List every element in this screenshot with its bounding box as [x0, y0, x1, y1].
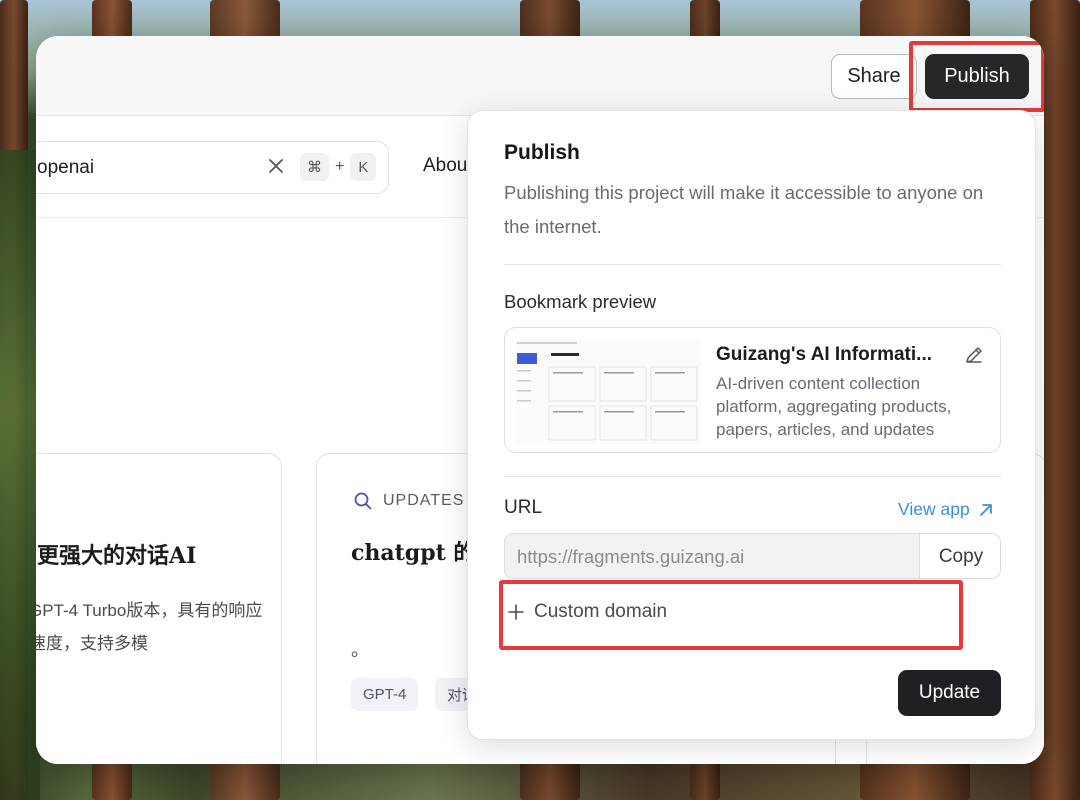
url-field: Copy [504, 533, 1001, 579]
view-app-link[interactable]: View app [898, 499, 994, 520]
pencil-icon[interactable] [963, 344, 985, 366]
background-foliage [0, 150, 40, 800]
bookmark-preview-label: Bookmark preview [504, 291, 657, 312]
card-description: 。 [351, 640, 369, 660]
bookmark-description: AI-driven content collection platform, a… [716, 374, 952, 439]
arrow-up-right-icon [979, 503, 992, 516]
bookmark-thumbnail [515, 340, 701, 444]
window-top-bar: Share Publish [36, 36, 1044, 116]
shortcut-k-key: K [350, 153, 377, 181]
share-button[interactable]: Share [831, 54, 917, 99]
divider [504, 264, 1001, 265]
custom-domain-label: Custom domain [534, 601, 668, 622]
popover-description: Publishing this project will make it acc… [504, 182, 984, 237]
search-icon [354, 492, 372, 510]
shortcut-plus: + [335, 158, 345, 175]
bookmark-preview-card: Guizang's AI Informati... AI-driven cont… [504, 327, 1001, 453]
custom-domain-button[interactable]: Custom domain [508, 601, 667, 623]
bookmark-title: Guizang's AI Informati... [716, 344, 932, 365]
update-button[interactable]: Update [898, 670, 1001, 716]
card-category-label: UPDATES [383, 492, 465, 509]
search-input[interactable]: openai [37, 157, 94, 179]
card-title: 更强大的对话AI [37, 543, 197, 569]
view-app-label: View app [898, 499, 970, 519]
url-label: URL [504, 497, 543, 518]
card-description: GPT-4 Turbo版本，具有的响应速度，支持多模 [36, 601, 263, 653]
plus-icon [508, 604, 524, 620]
copy-button[interactable]: Copy [919, 534, 1000, 578]
url-input[interactable] [505, 534, 919, 578]
nav-about-link[interactable]: About [423, 155, 473, 177]
card-category: UPDATES [353, 491, 464, 511]
publish-popover: Publish Publishing this project will mak… [467, 110, 1036, 740]
search-box[interactable]: openai ⌘ + K [36, 141, 389, 194]
popover-title: Publish [504, 141, 580, 164]
divider [504, 476, 1001, 477]
publish-button[interactable]: Publish [925, 54, 1029, 99]
shortcut-cmd-key: ⌘ [300, 153, 329, 181]
keyboard-shortcut: ⌘ + K [300, 153, 377, 181]
tag-chip[interactable]: GPT-4 [351, 678, 419, 711]
news-card[interactable]: 更强大的对话AI GPT-4 Turbo版本，具有的响应速度，支持多模 [36, 453, 282, 764]
close-icon[interactable] [264, 154, 288, 178]
